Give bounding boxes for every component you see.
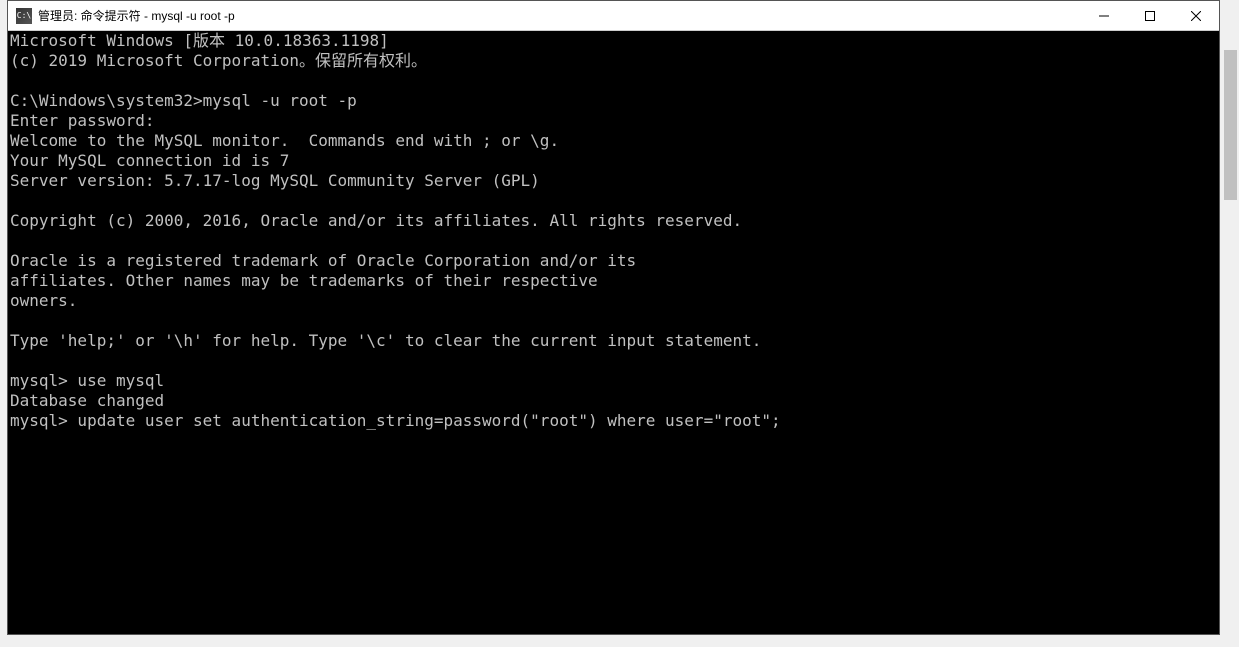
command-prompt-window: C:\ 管理员: 命令提示符 - mysql -u root -p Micros… <box>7 0 1220 635</box>
maximize-button[interactable] <box>1127 1 1173 30</box>
maximize-icon <box>1145 11 1155 21</box>
titlebar[interactable]: C:\ 管理员: 命令提示符 - mysql -u root -p <box>8 1 1219 31</box>
scrollbar-thumb[interactable] <box>1224 50 1237 200</box>
minimize-button[interactable] <box>1081 1 1127 30</box>
close-icon <box>1191 11 1201 21</box>
close-button[interactable] <box>1173 1 1219 30</box>
minimize-icon <box>1099 11 1109 21</box>
terminal-area[interactable]: Microsoft Windows [版本 10.0.18363.1198] (… <box>8 31 1219 634</box>
cmd-icon: C:\ <box>16 8 32 24</box>
window-title: 管理员: 命令提示符 - mysql -u root -p <box>38 7 1081 24</box>
scrollbar-vertical[interactable] <box>1222 30 1239 634</box>
terminal-output: Microsoft Windows [版本 10.0.18363.1198] (… <box>8 31 1219 431</box>
window-controls <box>1081 1 1219 30</box>
